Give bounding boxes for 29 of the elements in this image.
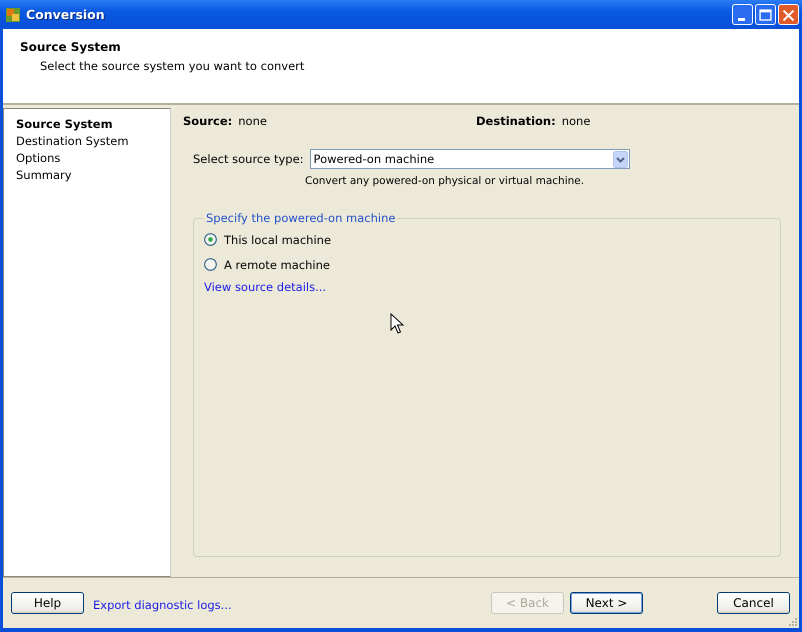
- step-item[interactable]: Source System: [16, 116, 170, 133]
- radio-option[interactable]: A remote machine: [204, 252, 780, 277]
- page-title: Source System: [20, 40, 122, 54]
- wizard-button[interactable]: Next >: [570, 592, 643, 614]
- source-value: none: [238, 114, 267, 128]
- minimize-icon: [738, 18, 745, 21]
- export-logs-link[interactable]: Export diagnostic logs...: [93, 598, 232, 612]
- source-label: Source:: [183, 114, 232, 128]
- window-title: Conversion: [26, 7, 105, 22]
- mouse-cursor-icon: [390, 313, 404, 335]
- step-item[interactable]: Options: [16, 150, 170, 167]
- minimize-button[interactable]: [732, 4, 753, 25]
- source-type-hint: Convert any powered-on physical or virtual machine.: [305, 175, 586, 187]
- resize-grip-icon: [788, 617, 798, 627]
- step-item[interactable]: Summary: [16, 167, 170, 184]
- step-item[interactable]: Destination System: [16, 133, 170, 150]
- maximize-button[interactable]: [755, 4, 776, 25]
- view-details-link[interactable]: View source details...: [204, 280, 326, 294]
- cancel-button[interactable]: Cancel: [717, 592, 790, 614]
- close-button[interactable]: [778, 4, 799, 25]
- app-icon: [5, 6, 21, 22]
- group-title: Specify the powered-on machine: [205, 211, 396, 225]
- radio-option[interactable]: This local machine: [204, 227, 780, 252]
- page-subtitle: Select the source system you want to convert: [40, 59, 306, 73]
- source-type-label: Select source type:: [193, 152, 304, 166]
- destination-label: Destination:: [476, 114, 556, 128]
- help-button[interactable]: Help: [11, 592, 84, 614]
- source-type-dropdown[interactable]: Powered-on machine: [310, 149, 630, 169]
- destination-value: none: [562, 114, 590, 128]
